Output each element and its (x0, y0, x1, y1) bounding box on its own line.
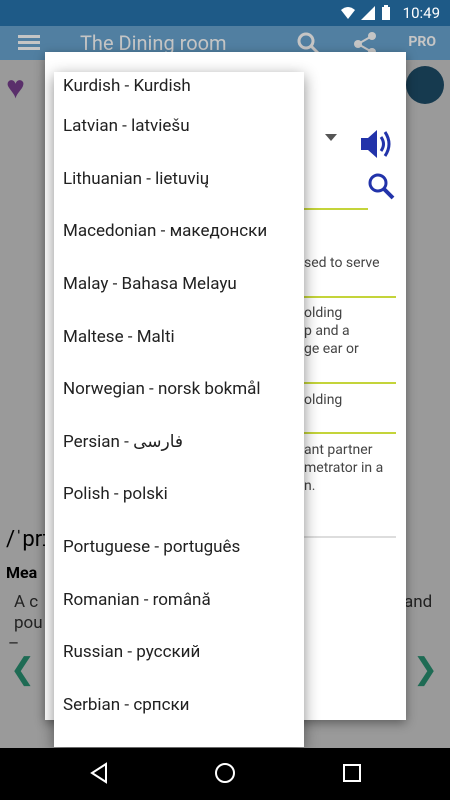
list-item[interactable]: Norwegian - norsk bokmål (54, 363, 304, 416)
pro-badge[interactable]: PRO (408, 34, 436, 50)
dialog-snippet-4c: n. (304, 478, 316, 494)
list-item[interactable]: Latvian - latviešu (54, 100, 304, 153)
dialog-snippet-4a: ant partner (304, 442, 373, 458)
language-dropdown-list: Kurdish - Kurdish Latvian - latviešu Lit… (54, 72, 304, 747)
previous-chevron-icon[interactable]: ❮ (10, 652, 35, 687)
wifi-icon (341, 7, 355, 19)
dialog-search-icon[interactable] (366, 171, 396, 201)
list-item[interactable]: Lithuanian - lietuvių (54, 153, 304, 206)
system-nav-bar (0, 748, 450, 800)
list-item[interactable]: Serbian - српски (54, 679, 304, 732)
speaker-icon[interactable] (358, 126, 394, 162)
divider-2 (304, 382, 396, 384)
dialog-snippet-4b: metrator in a (304, 460, 384, 476)
status-time: 10:49 (402, 4, 440, 22)
recents-icon[interactable] (341, 762, 363, 784)
dialog-snippet-3: olding (304, 392, 343, 408)
list-item[interactable]: Polish - polski (54, 468, 304, 521)
hamburger-menu-icon[interactable] (18, 32, 40, 50)
divider-4 (304, 536, 396, 538)
list-item[interactable]: Portuguese - português (54, 521, 304, 574)
pronunciation-text: /ˈprɪ (6, 527, 51, 552)
divider-3 (304, 432, 396, 434)
definition-line-2: pou (14, 613, 43, 633)
list-item[interactable]: Kurdish - Kurdish (54, 72, 304, 100)
background-speaker-icon[interactable] (406, 66, 444, 104)
list-item[interactable]: Macedonian - македонски (54, 205, 304, 258)
signal-icon (361, 6, 375, 20)
search-field-underline (304, 208, 368, 210)
definition-line-1: A c (14, 592, 39, 612)
next-chevron-icon[interactable]: ❯ (413, 652, 438, 687)
battery-icon (382, 5, 390, 20)
meaning-label: Mea (6, 563, 38, 582)
list-item[interactable]: Malay - Bahasa Melayu (54, 258, 304, 311)
definition-dash: – (8, 634, 20, 654)
back-icon[interactable] (88, 762, 110, 784)
list-item[interactable]: Russian - русский (54, 626, 304, 679)
list-item[interactable]: Maltese - Malti (54, 310, 304, 363)
list-item[interactable]: Romanian - română (54, 573, 304, 626)
dialog-snippet-1: sed to serve (304, 255, 380, 271)
dialog-snippet-2a: olding (304, 305, 343, 321)
definition-right: and (404, 592, 433, 612)
favorite-heart-icon[interactable]: ♥ (6, 68, 25, 106)
home-icon[interactable] (214, 762, 236, 784)
status-bar: 10:49 (0, 0, 450, 26)
divider-1 (304, 296, 396, 298)
list-item[interactable]: Persian - فارسی (54, 416, 304, 469)
dialog-snippet-2b: p and a (304, 323, 350, 339)
language-dropdown-arrow-icon[interactable] (325, 134, 337, 141)
dialog-snippet-2c: ge ear or (304, 341, 359, 357)
